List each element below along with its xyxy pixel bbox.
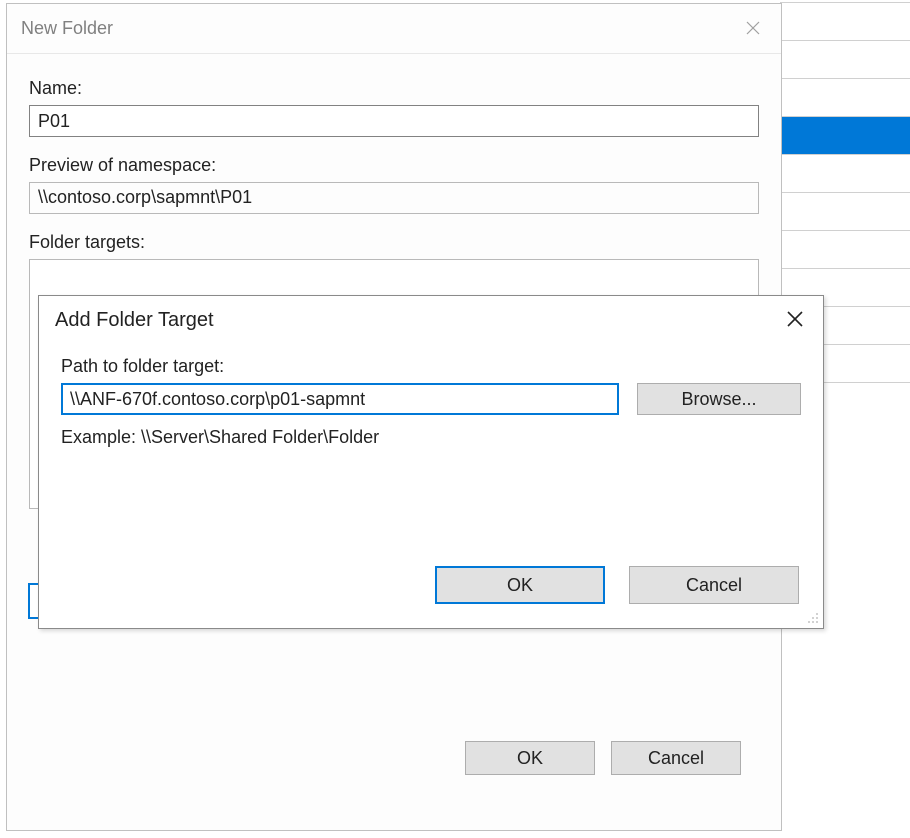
close-icon[interactable] <box>773 299 817 339</box>
path-label: Path to folder target: <box>61 356 801 377</box>
folder-targets-label: Folder targets: <box>29 232 759 253</box>
cancel-button[interactable]: Cancel <box>629 566 799 604</box>
preview-value: \\contoso.corp\sapmnt\P01 <box>29 182 759 214</box>
path-input[interactable] <box>61 383 619 415</box>
new-folder-titlebar[interactable]: New Folder <box>7 4 781 54</box>
add-target-titlebar[interactable]: Add Folder Target <box>39 296 823 344</box>
selected-row <box>780 116 910 154</box>
ok-button[interactable]: OK <box>465 741 595 775</box>
resize-grip-icon[interactable] <box>803 608 819 624</box>
close-icon[interactable] <box>733 10 773 46</box>
example-label: Example: \\Server\Shared Folder\Folder <box>61 427 801 448</box>
add-target-title: Add Folder Target <box>55 309 214 332</box>
cancel-button[interactable]: Cancel <box>611 741 741 775</box>
browse-button[interactable]: Browse... <box>637 383 801 415</box>
name-label: Name: <box>29 78 759 99</box>
add-folder-target-dialog: Add Folder Target Path to folder target:… <box>38 295 824 629</box>
name-input[interactable] <box>29 105 759 137</box>
ok-button[interactable]: OK <box>435 566 605 604</box>
preview-label: Preview of namespace: <box>29 155 759 176</box>
new-folder-title: New Folder <box>21 18 113 39</box>
